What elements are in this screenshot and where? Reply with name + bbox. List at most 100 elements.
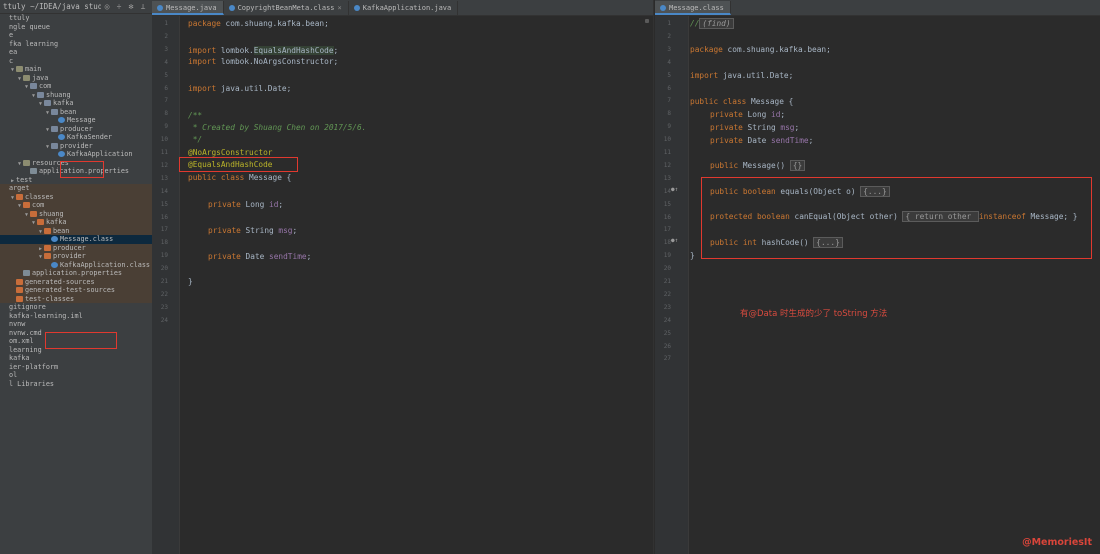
expand-arrow-icon[interactable]: ▼ bbox=[9, 66, 16, 74]
source-editor[interactable]: Message.java CopyrightBeanMeta.class × Kafk… bbox=[152, 0, 654, 554]
tree-item[interactable]: ▼ com bbox=[0, 201, 152, 210]
tree-item[interactable]: Message bbox=[0, 116, 152, 125]
tree-item[interactable]: ▼ main bbox=[0, 65, 152, 74]
line-number: 19 bbox=[160, 252, 168, 260]
line-number: 22 bbox=[663, 290, 671, 298]
tree-item[interactable]: nvnw bbox=[0, 320, 152, 329]
tree-item[interactable]: application.properties bbox=[0, 269, 152, 278]
annotation-box-message-source bbox=[60, 161, 104, 178]
expand-arrow-icon[interactable]: ▼ bbox=[44, 126, 51, 134]
tree-item[interactable]: kafka bbox=[0, 354, 152, 363]
tree-item[interactable]: ea bbox=[0, 48, 152, 57]
tree-item[interactable]: ▼ kafka bbox=[0, 218, 152, 227]
tree-item[interactable]: ▼ shuang bbox=[0, 209, 152, 219]
tree-item[interactable]: Message.class bbox=[0, 235, 152, 244]
expand-arrow-icon[interactable]: ▼ bbox=[16, 202, 23, 210]
tree-item-label: Message bbox=[67, 116, 96, 124]
expand-arrow-icon[interactable]: ▼ bbox=[9, 194, 16, 202]
tree-item[interactable]: ngle queue bbox=[0, 23, 152, 32]
line-number: 2 bbox=[164, 32, 168, 40]
globe-icon[interactable]: ◎ bbox=[101, 2, 113, 11]
expand-arrow-icon[interactable]: ▼ bbox=[44, 143, 51, 151]
tree-item[interactable]: generated-sources bbox=[0, 277, 152, 286]
minimize-icon[interactable]: ⊥ bbox=[137, 2, 149, 11]
tree-item[interactable]: ttuly bbox=[0, 14, 152, 23]
tab-label: KafkaApplication.java bbox=[362, 4, 452, 12]
divide-icon[interactable]: ÷ bbox=[113, 2, 125, 11]
tree-item[interactable]: ▼ provider bbox=[0, 142, 152, 151]
editor-tab[interactable]: Message.class bbox=[655, 1, 731, 15]
tree-item-label: bean bbox=[60, 107, 77, 116]
gear-icon[interactable]: ✻ bbox=[125, 2, 137, 11]
tree-item[interactable]: ▼ provider bbox=[0, 252, 152, 261]
tree-item-label: ol bbox=[9, 371, 18, 379]
tree-item[interactable]: ▼ classes bbox=[0, 192, 152, 202]
tree-item[interactable]: e bbox=[0, 31, 152, 40]
expand-arrow-icon[interactable]: ▼ bbox=[37, 253, 44, 261]
editor-tab[interactable]: CopyrightBeanMeta.class × bbox=[224, 1, 349, 15]
expand-arrow-icon[interactable]: ▼ bbox=[37, 100, 44, 108]
out-icon bbox=[30, 210, 37, 217]
collapse-arrow-icon[interactable]: ▶ bbox=[37, 245, 44, 253]
out-icon bbox=[44, 244, 51, 251]
expand-arrow-icon[interactable]: ▼ bbox=[23, 211, 30, 219]
expand-arrow-icon[interactable]: ▼ bbox=[30, 92, 37, 100]
code-line-field-msg: private String msg; bbox=[710, 123, 800, 132]
expand-arrow-icon[interactable]: ▼ bbox=[16, 160, 23, 168]
tree-item-label: application.properties bbox=[32, 269, 123, 277]
folder-icon bbox=[16, 66, 23, 72]
line-number: 8 bbox=[667, 110, 671, 118]
tree-item[interactable]: ier-platform bbox=[0, 363, 152, 372]
tree-item[interactable]: ▼ producer bbox=[0, 125, 152, 134]
decompiled-editor[interactable]: Message.class 1 2 3 4 5 6 7 8 9 10 11 12 13 14 15 16 17 1… bbox=[655, 0, 1100, 554]
code-line-field-id: private Long id; bbox=[710, 110, 786, 119]
tree-item-label: om.xml bbox=[9, 337, 34, 345]
tree-item[interactable]: arget bbox=[0, 184, 152, 193]
tree-item-label: learning bbox=[9, 345, 42, 354]
tree-item[interactable]: fka learning bbox=[0, 40, 152, 49]
expand-arrow-icon[interactable]: ▼ bbox=[44, 109, 51, 117]
editor-tab[interactable]: Message.java bbox=[152, 1, 224, 15]
tree-item[interactable]: test-classes bbox=[0, 294, 152, 303]
tree-item[interactable]: generated-test-sources bbox=[0, 286, 152, 295]
line-number: 2 bbox=[667, 32, 671, 40]
line-number: 7 bbox=[164, 97, 168, 105]
override-icon[interactable]: ●↑ bbox=[671, 237, 678, 244]
tree-item[interactable]: KafkaApplication.class bbox=[0, 260, 152, 269]
override-icon[interactable]: ●↑ bbox=[671, 186, 678, 193]
tree-item[interactable]: KafkaApplication bbox=[0, 150, 152, 159]
editor-tab[interactable]: KafkaApplication.java bbox=[349, 1, 459, 15]
tree-item[interactable]: ▼ kafka bbox=[0, 99, 152, 108]
editor-tab-bar: Message.class bbox=[655, 0, 1100, 16]
expand-arrow-icon[interactable]: ▼ bbox=[37, 228, 44, 236]
tree-item[interactable]: c bbox=[0, 57, 152, 66]
pkg-icon bbox=[51, 125, 58, 132]
out-icon bbox=[16, 287, 23, 293]
tree-item[interactable]: ▼ java bbox=[0, 74, 152, 83]
line-number: 24 bbox=[160, 316, 168, 324]
tree-item[interactable]: ▼ bean bbox=[0, 226, 152, 236]
tree-item-label: test bbox=[16, 175, 33, 184]
expand-arrow-icon[interactable]: ▼ bbox=[23, 83, 30, 91]
line-number: 25 bbox=[663, 329, 671, 337]
tree-item[interactable]: ▼ com bbox=[0, 82, 152, 91]
tree-item-label: arget bbox=[9, 184, 30, 192]
tree-item[interactable]: ▶ producer bbox=[0, 243, 152, 253]
tree-item-label: test-classes bbox=[25, 294, 75, 303]
line-number: 18 bbox=[663, 239, 671, 247]
tree-item[interactable]: ol bbox=[0, 371, 152, 380]
line-number: 5 bbox=[164, 71, 168, 79]
tree-item[interactable]: ▼ bean bbox=[0, 108, 152, 117]
expand-arrow-icon[interactable]: ▼ bbox=[16, 75, 23, 83]
tree-item[interactable]: ▼ shuang bbox=[0, 91, 152, 100]
close-icon[interactable]: × bbox=[338, 4, 342, 12]
tree-item[interactable]: kafka-learning.iml bbox=[0, 312, 152, 321]
tree-item[interactable]: KafkaSender bbox=[0, 133, 152, 142]
expand-arrow-icon[interactable]: ▼ bbox=[30, 219, 37, 227]
tree-item[interactable]: l Libraries bbox=[0, 380, 152, 389]
line-number: 13 bbox=[160, 174, 168, 182]
tree-item-label: l Libraries bbox=[9, 379, 55, 388]
tree-item-label: nvnw bbox=[9, 320, 26, 328]
collapse-arrow-icon[interactable]: ▶ bbox=[9, 177, 16, 185]
tree-item[interactable]: gitignore bbox=[0, 303, 152, 312]
